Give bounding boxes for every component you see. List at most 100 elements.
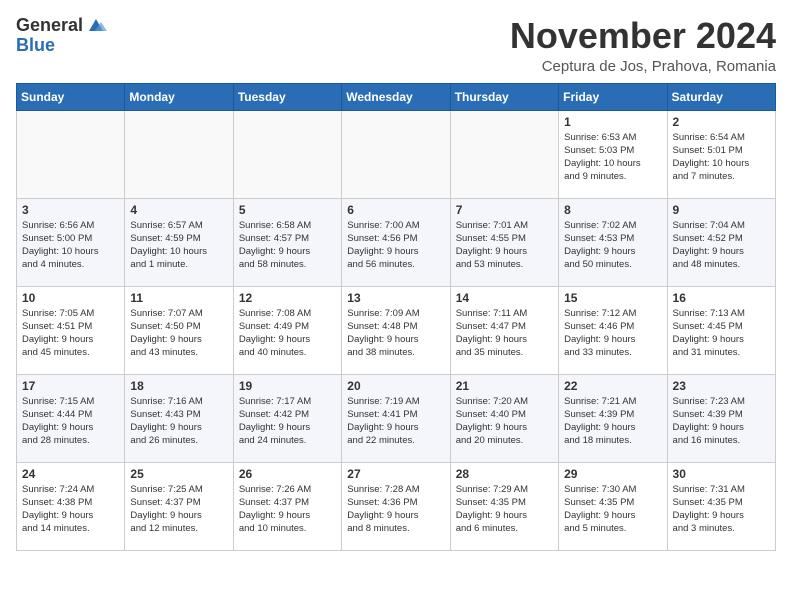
day-number: 29 bbox=[564, 467, 661, 481]
day-info: Sunrise: 7:08 AM Sunset: 4:49 PM Dayligh… bbox=[239, 307, 336, 360]
day-info: Sunrise: 7:11 AM Sunset: 4:47 PM Dayligh… bbox=[456, 307, 553, 360]
day-info: Sunrise: 7:12 AM Sunset: 4:46 PM Dayligh… bbox=[564, 307, 661, 360]
day-info: Sunrise: 7:17 AM Sunset: 4:42 PM Dayligh… bbox=[239, 395, 336, 448]
day-info: Sunrise: 7:13 AM Sunset: 4:45 PM Dayligh… bbox=[673, 307, 770, 360]
day-info: Sunrise: 7:21 AM Sunset: 4:39 PM Dayligh… bbox=[564, 395, 661, 448]
day-info: Sunrise: 7:16 AM Sunset: 4:43 PM Dayligh… bbox=[130, 395, 227, 448]
calendar-cell: 5 Sunrise: 6:58 AM Sunset: 4:57 PM Daylig… bbox=[233, 198, 341, 286]
calendar-cell: 14 Sunrise: 7:11 AM Sunset: 4:47 PM Dayli… bbox=[450, 286, 558, 374]
day-number: 7 bbox=[456, 203, 553, 217]
calendar-cell: 9 Sunrise: 7:04 AM Sunset: 4:52 PM Daylig… bbox=[667, 198, 775, 286]
weekday-header-row: SundayMondayTuesdayWednesdayThursdayFrid… bbox=[17, 83, 776, 110]
calendar-cell bbox=[233, 110, 341, 198]
logo: General Blue bbox=[16, 16, 107, 56]
calendar-cell: 13Sunrise: 7:09 AM Sunset: 4:48 PM Dayli… bbox=[342, 286, 450, 374]
logo-general-text: General bbox=[16, 16, 83, 36]
calendar-cell: 20Sunrise: 7:19 AM Sunset: 4:41 PM Dayli… bbox=[342, 374, 450, 462]
weekday-header-sunday: Sunday bbox=[17, 83, 125, 110]
title-block: November 2024 Ceptura de Jos, Prahova, R… bbox=[510, 16, 776, 75]
page-header: General Blue November 2024 Ceptura de Jo… bbox=[16, 16, 776, 75]
day-number: 14 bbox=[456, 291, 553, 305]
day-number: 12 bbox=[239, 291, 336, 305]
calendar-cell: 25Sunrise: 7:25 AM Sunset: 4:37 PM Dayli… bbox=[125, 462, 233, 550]
day-info: Sunrise: 6:58 AM Sunset: 4:57 PM Dayligh… bbox=[239, 219, 336, 272]
day-number: 30 bbox=[673, 467, 770, 481]
day-info: Sunrise: 7:29 AM Sunset: 4:35 PM Dayligh… bbox=[456, 483, 553, 536]
calendar-cell: 30 Sunrise: 7:31 AM Sunset: 4:35 PM Dayli… bbox=[667, 462, 775, 550]
day-info: Sunrise: 7:23 AM Sunset: 4:39 PM Dayligh… bbox=[673, 395, 770, 448]
logo-blue-text: Blue bbox=[16, 36, 55, 56]
calendar-week-row: 24Sunrise: 7:24 AM Sunset: 4:38 PM Dayli… bbox=[17, 462, 776, 550]
location-text: Ceptura de Jos, Prahova, Romania bbox=[510, 58, 776, 75]
calendar-cell: 22 Sunrise: 7:21 AM Sunset: 4:39 PM Dayli… bbox=[559, 374, 667, 462]
day-number: 6 bbox=[347, 203, 444, 217]
day-number: 23 bbox=[673, 379, 770, 393]
day-info: Sunrise: 7:01 AM Sunset: 4:55 PM Dayligh… bbox=[456, 219, 553, 272]
day-number: 28 bbox=[456, 467, 553, 481]
calendar-cell: 8 Sunrise: 7:02 AM Sunset: 4:53 PM Daylig… bbox=[559, 198, 667, 286]
day-number: 9 bbox=[673, 203, 770, 217]
calendar-cell: 27Sunrise: 7:28 AM Sunset: 4:36 PM Dayli… bbox=[342, 462, 450, 550]
logo-icon bbox=[85, 17, 107, 35]
calendar-cell: 10Sunrise: 7:05 AM Sunset: 4:51 PM Dayli… bbox=[17, 286, 125, 374]
day-number: 11 bbox=[130, 291, 227, 305]
calendar-cell: 3Sunrise: 6:56 AM Sunset: 5:00 PM Daylig… bbox=[17, 198, 125, 286]
calendar-cell: 2 Sunrise: 6:54 AM Sunset: 5:01 PM Daylig… bbox=[667, 110, 775, 198]
weekday-header-monday: Monday bbox=[125, 83, 233, 110]
calendar-week-row: 1Sunrise: 6:53 AM Sunset: 5:03 PM Daylig… bbox=[17, 110, 776, 198]
day-number: 13 bbox=[347, 291, 444, 305]
day-info: Sunrise: 7:30 AM Sunset: 4:35 PM Dayligh… bbox=[564, 483, 661, 536]
day-info: Sunrise: 7:26 AM Sunset: 4:37 PM Dayligh… bbox=[239, 483, 336, 536]
day-info: Sunrise: 7:20 AM Sunset: 4:40 PM Dayligh… bbox=[456, 395, 553, 448]
day-info: Sunrise: 7:02 AM Sunset: 4:53 PM Dayligh… bbox=[564, 219, 661, 272]
day-number: 18 bbox=[130, 379, 227, 393]
calendar-cell: 19Sunrise: 7:17 AM Sunset: 4:42 PM Dayli… bbox=[233, 374, 341, 462]
calendar-cell: 16 Sunrise: 7:13 AM Sunset: 4:45 PM Dayli… bbox=[667, 286, 775, 374]
day-number: 22 bbox=[564, 379, 661, 393]
calendar-cell: 12 Sunrise: 7:08 AM Sunset: 4:49 PM Dayli… bbox=[233, 286, 341, 374]
day-info: Sunrise: 7:00 AM Sunset: 4:56 PM Dayligh… bbox=[347, 219, 444, 272]
day-info: Sunrise: 7:28 AM Sunset: 4:36 PM Dayligh… bbox=[347, 483, 444, 536]
weekday-header-wednesday: Wednesday bbox=[342, 83, 450, 110]
calendar-week-row: 10Sunrise: 7:05 AM Sunset: 4:51 PM Dayli… bbox=[17, 286, 776, 374]
day-number: 17 bbox=[22, 379, 119, 393]
day-info: Sunrise: 6:56 AM Sunset: 5:00 PM Dayligh… bbox=[22, 219, 119, 272]
day-info: Sunrise: 7:07 AM Sunset: 4:50 PM Dayligh… bbox=[130, 307, 227, 360]
day-number: 26 bbox=[239, 467, 336, 481]
day-info: Sunrise: 6:57 AM Sunset: 4:59 PM Dayligh… bbox=[130, 219, 227, 272]
weekday-header-thursday: Thursday bbox=[450, 83, 558, 110]
day-number: 15 bbox=[564, 291, 661, 305]
calendar-cell: 28 Sunrise: 7:29 AM Sunset: 4:35 PM Dayli… bbox=[450, 462, 558, 550]
day-number: 25 bbox=[130, 467, 227, 481]
day-number: 5 bbox=[239, 203, 336, 217]
calendar-cell: 1Sunrise: 6:53 AM Sunset: 5:03 PM Daylig… bbox=[559, 110, 667, 198]
calendar-cell: 26 Sunrise: 7:26 AM Sunset: 4:37 PM Dayli… bbox=[233, 462, 341, 550]
calendar-cell: 23 Sunrise: 7:23 AM Sunset: 4:39 PM Dayli… bbox=[667, 374, 775, 462]
day-info: Sunrise: 6:54 AM Sunset: 5:01 PM Dayligh… bbox=[673, 131, 770, 184]
weekday-header-tuesday: Tuesday bbox=[233, 83, 341, 110]
calendar-cell: 18 Sunrise: 7:16 AM Sunset: 4:43 PM Dayli… bbox=[125, 374, 233, 462]
calendar-cell bbox=[342, 110, 450, 198]
day-number: 21 bbox=[456, 379, 553, 393]
calendar-cell: 15 Sunrise: 7:12 AM Sunset: 4:46 PM Dayli… bbox=[559, 286, 667, 374]
day-info: Sunrise: 7:31 AM Sunset: 4:35 PM Dayligh… bbox=[673, 483, 770, 536]
day-number: 16 bbox=[673, 291, 770, 305]
day-info: Sunrise: 7:24 AM Sunset: 4:38 PM Dayligh… bbox=[22, 483, 119, 536]
calendar-cell bbox=[450, 110, 558, 198]
calendar-cell: 4Sunrise: 6:57 AM Sunset: 4:59 PM Daylig… bbox=[125, 198, 233, 286]
calendar-cell: 21 Sunrise: 7:20 AM Sunset: 4:40 PM Dayli… bbox=[450, 374, 558, 462]
calendar-table: SundayMondayTuesdayWednesdayThursdayFrid… bbox=[16, 83, 776, 551]
weekday-header-friday: Friday bbox=[559, 83, 667, 110]
calendar-cell: 7 Sunrise: 7:01 AM Sunset: 4:55 PM Daylig… bbox=[450, 198, 558, 286]
day-number: 10 bbox=[22, 291, 119, 305]
calendar-cell: 24Sunrise: 7:24 AM Sunset: 4:38 PM Dayli… bbox=[17, 462, 125, 550]
calendar-cell bbox=[125, 110, 233, 198]
day-number: 1 bbox=[564, 115, 661, 129]
day-number: 2 bbox=[673, 115, 770, 129]
calendar-cell: 29 Sunrise: 7:30 AM Sunset: 4:35 PM Dayli… bbox=[559, 462, 667, 550]
day-info: Sunrise: 7:19 AM Sunset: 4:41 PM Dayligh… bbox=[347, 395, 444, 448]
day-info: Sunrise: 7:15 AM Sunset: 4:44 PM Dayligh… bbox=[22, 395, 119, 448]
calendar-cell bbox=[17, 110, 125, 198]
day-info: Sunrise: 7:04 AM Sunset: 4:52 PM Dayligh… bbox=[673, 219, 770, 272]
day-number: 8 bbox=[564, 203, 661, 217]
